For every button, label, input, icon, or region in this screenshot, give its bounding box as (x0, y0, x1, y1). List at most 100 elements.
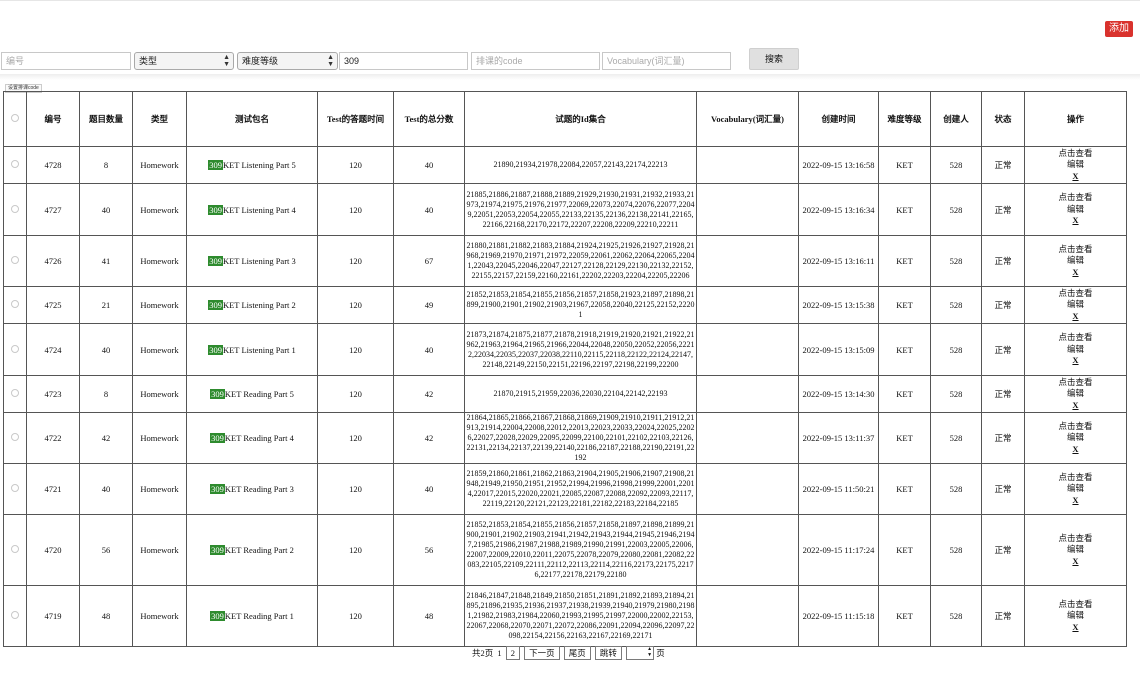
row-select-cell[interactable] (3, 585, 27, 647)
cell-status: 正常 (981, 375, 1025, 413)
row-radio[interactable] (11, 344, 19, 353)
cell-vocabulary (696, 375, 799, 413)
code-input[interactable]: 排课的code (471, 52, 600, 70)
row-radio[interactable] (11, 484, 19, 492)
add-button[interactable]: 添加 (1105, 21, 1133, 37)
row-select-cell[interactable] (3, 183, 27, 236)
row-radio[interactable] (11, 300, 19, 308)
stepper-icon[interactable]: ▲ ▼ (647, 647, 652, 659)
difficulty-select[interactable]: 难度等级 ▲ ▼ (237, 52, 338, 70)
cell-actions: 点击查看 编辑 X (1024, 585, 1127, 647)
row-radio[interactable] (11, 256, 19, 264)
cell-creator: 528 (930, 463, 982, 515)
row-select-cell[interactable] (3, 463, 27, 515)
view-link[interactable]: 点击查看 (1026, 192, 1125, 204)
row-select-cell[interactable] (3, 146, 27, 184)
cell-time: 120 (317, 514, 394, 586)
row-select-cell[interactable] (3, 514, 27, 586)
edit-link[interactable]: 编辑 (1026, 544, 1125, 556)
cell-name: 309KET Reading Part 4 (186, 412, 318, 464)
id-input[interactable]: 编号 (1, 52, 131, 70)
delete-link[interactable]: X (1026, 267, 1125, 279)
page-number-input[interactable]: ▲ ▼ (626, 646, 655, 660)
table-row: 4723 8 Homework 309KET Reading Part 5 120 42 2… (3, 375, 1127, 413)
select-all-cell[interactable] (3, 91, 27, 147)
cell-id: 4727 (26, 183, 80, 236)
edit-link[interactable]: 编辑 (1026, 299, 1125, 311)
edit-link[interactable]: 编辑 (1026, 610, 1125, 622)
row-select-cell[interactable] (3, 412, 27, 464)
cell-level: KET (878, 375, 931, 413)
cell-created: 2022-09-15 13:16:58 (798, 146, 879, 184)
row-radio[interactable] (11, 204, 19, 213)
last-page-button[interactable]: 尾页 (563, 646, 591, 660)
vocabulary-input[interactable]: Vocabulary(词汇量) (602, 52, 731, 70)
edit-link[interactable]: 编辑 (1026, 483, 1125, 495)
search-button[interactable]: 搜索 (749, 48, 799, 70)
edit-link[interactable]: 编辑 (1026, 432, 1125, 444)
delete-link[interactable]: X (1026, 622, 1125, 634)
cell-creator: 528 (930, 514, 982, 586)
view-link[interactable]: 点击查看 (1026, 421, 1125, 433)
cell-count: 40 (79, 183, 133, 236)
row-radio[interactable] (11, 160, 19, 168)
cell-actions: 点击查看 编辑 X (1024, 412, 1127, 464)
chevron-updown-icon: ▲ ▼ (223, 54, 230, 68)
cell-actions: 点击查看 编辑 X (1024, 183, 1127, 236)
page-1-link[interactable]: 1 (497, 646, 501, 660)
row-radio[interactable] (11, 611, 19, 619)
view-link[interactable]: 点击查看 (1026, 599, 1125, 611)
delete-link[interactable]: X (1026, 495, 1125, 507)
edit-link[interactable]: 编辑 (1026, 159, 1125, 171)
page-2-button[interactable]: 2 (505, 646, 521, 660)
table-row: 4724 40 Homework 309KET Listening Part 1 120… (3, 323, 1127, 376)
edit-link[interactable]: 编辑 (1026, 255, 1125, 267)
cell-count: 21 (79, 286, 133, 324)
view-link[interactable]: 点击查看 (1026, 472, 1125, 484)
row-radio[interactable] (11, 389, 19, 397)
row-select-cell[interactable] (3, 235, 27, 287)
delete-link[interactable]: X (1026, 355, 1125, 367)
delete-link[interactable]: X (1026, 556, 1125, 568)
keyword-highlight: 309 (208, 300, 223, 310)
next-page-button[interactable]: 下一页 (524, 646, 560, 660)
row-select-cell[interactable] (3, 286, 27, 324)
delete-link[interactable]: X (1026, 311, 1125, 323)
keyword-input[interactable]: 309 (339, 52, 468, 70)
cell-actions: 点击查看 编辑 X (1024, 375, 1127, 413)
edit-link[interactable]: 编辑 (1026, 204, 1125, 216)
cell-question-ids: 21880,21881,21882,21883,21884,21924,2192… (464, 235, 697, 287)
view-link[interactable]: 点击查看 (1026, 148, 1125, 160)
view-link[interactable]: 点击查看 (1026, 533, 1125, 545)
delete-link[interactable]: X (1026, 444, 1125, 456)
cell-id: 4723 (26, 375, 80, 413)
cell-type: Homework (132, 183, 187, 236)
top-divider (0, 0, 1140, 1)
view-link[interactable]: 点击查看 (1026, 244, 1125, 256)
delete-link[interactable]: X (1026, 400, 1125, 412)
col-header: 试题的Id集合 (464, 91, 697, 147)
type-select[interactable]: 类型 ▲ ▼ (134, 52, 234, 70)
delete-link[interactable]: X (1026, 171, 1125, 183)
view-link[interactable]: 点击查看 (1026, 332, 1125, 344)
row-select-cell[interactable] (3, 323, 27, 376)
row-select-cell[interactable] (3, 375, 27, 413)
view-link[interactable]: 点击查看 (1026, 288, 1125, 300)
cell-type: Homework (132, 323, 187, 376)
keyword-highlight: 309 (210, 433, 225, 443)
view-link[interactable]: 点击查看 (1026, 377, 1125, 389)
row-radio[interactable] (11, 433, 19, 441)
cell-question-ids: 21864,21865,21866,21867,21868,21869,2190… (464, 412, 697, 464)
cell-status: 正常 (981, 463, 1025, 515)
edit-link[interactable]: 编辑 (1026, 344, 1125, 356)
cell-score: 49 (393, 286, 465, 324)
cell-level: KET (878, 585, 931, 647)
cell-id: 4725 (26, 286, 80, 324)
cell-time: 120 (317, 323, 394, 376)
select-all-radio[interactable] (11, 114, 19, 122)
delete-link[interactable]: X (1026, 215, 1125, 227)
jump-button[interactable]: 跳转 (594, 646, 622, 660)
row-radio[interactable] (11, 545, 19, 553)
cell-name: 309KET Reading Part 1 (186, 585, 318, 647)
edit-link[interactable]: 编辑 (1026, 388, 1125, 400)
